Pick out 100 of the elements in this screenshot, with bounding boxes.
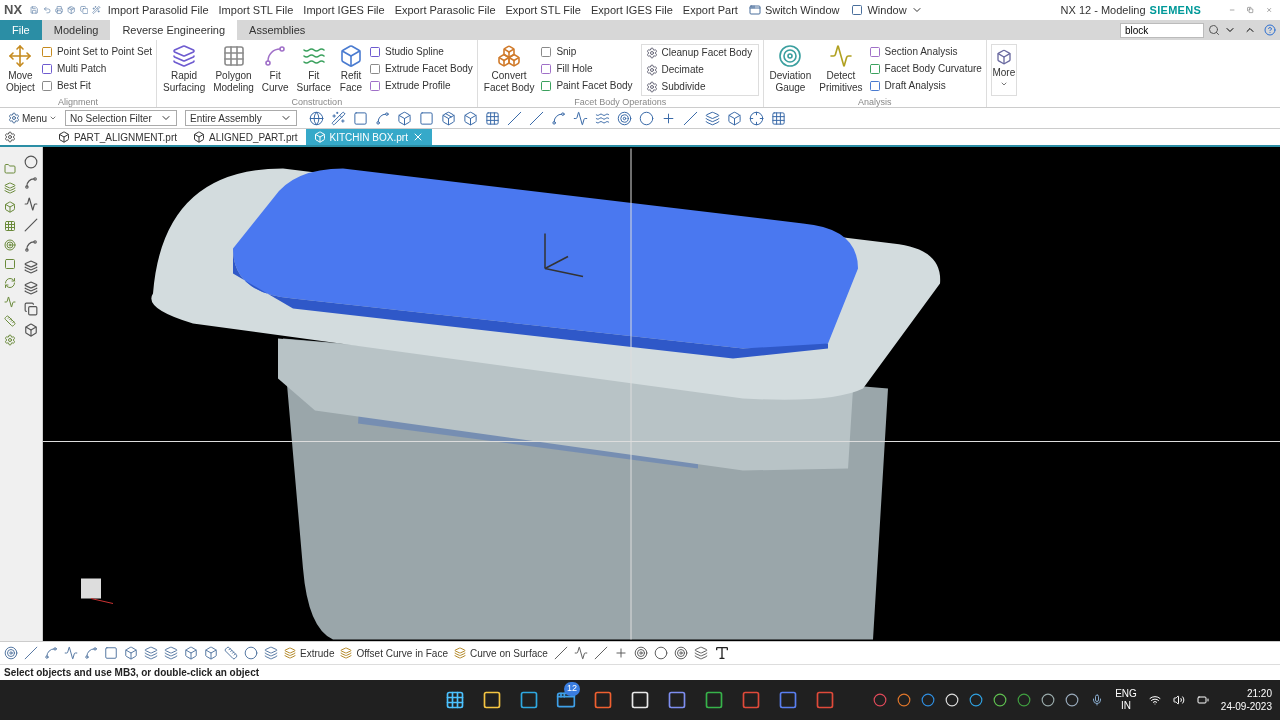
navigator-icon[interactable] <box>4 334 16 346</box>
document-tab[interactable]: PART_ALIGNMENT.prt <box>50 129 185 145</box>
target-icon[interactable] <box>4 646 18 660</box>
ribbon-small-button[interactable]: Section Analysis <box>868 44 982 59</box>
line-icon[interactable] <box>593 646 608 660</box>
quick-access-button[interactable]: Import STL File <box>215 1 297 19</box>
ribbon-small-button[interactable]: Point Set to Point Set <box>40 44 152 59</box>
ribbon-button[interactable]: Polygon Modeling <box>211 44 256 96</box>
ribbon-tab[interactable]: Modeling <box>41 20 111 40</box>
command-search-field[interactable]: block <box>1120 22 1204 38</box>
tray-icon[interactable] <box>897 693 912 707</box>
square-icon[interactable] <box>419 110 434 126</box>
navigator-icon[interactable] <box>4 315 16 327</box>
app-icon[interactable] <box>556 690 576 710</box>
target-icon[interactable] <box>633 646 648 660</box>
box-icon[interactable] <box>727 110 742 126</box>
volume-icon[interactable] <box>1172 694 1185 706</box>
curve-tool-icon[interactable] <box>24 302 38 316</box>
line-icon[interactable] <box>683 110 698 126</box>
layers-icon[interactable] <box>705 110 720 126</box>
circle-icon[interactable] <box>639 110 654 126</box>
curve-icon[interactable] <box>44 646 58 660</box>
command-button[interactable]: Offset Curve in Face <box>340 645 448 661</box>
quick-access-button[interactable]: Export STL File <box>502 1 584 19</box>
wifi-icon[interactable] <box>1148 694 1161 706</box>
menu-button[interactable]: Menu <box>4 110 61 126</box>
app-icon[interactable] <box>667 690 687 710</box>
circle-icon[interactable] <box>244 646 258 660</box>
crosshair-icon[interactable] <box>749 110 764 126</box>
layers-icon[interactable] <box>264 646 278 660</box>
navigator-icon[interactable] <box>4 296 16 308</box>
ribbon-button[interactable]: Refit Face <box>336 44 365 96</box>
layers-icon[interactable] <box>164 646 178 660</box>
selection-filter-dropdown[interactable]: No Selection Filter <box>65 110 177 126</box>
box-icon[interactable] <box>204 646 218 660</box>
ribbon-small-button[interactable]: Best Fit <box>40 78 152 93</box>
tray-icon[interactable] <box>1065 693 1080 707</box>
layers-icon[interactable] <box>144 646 158 660</box>
navigator-icon[interactable] <box>4 182 16 194</box>
box-icon[interactable] <box>124 646 138 660</box>
microphone-icon[interactable] <box>1091 694 1104 706</box>
document-tab[interactable]: ALIGNED_PART.prt <box>185 129 306 145</box>
ribbon-button[interactable]: Rapid Surfacing <box>160 44 208 96</box>
line-icon[interactable] <box>507 110 522 126</box>
navigator-icon[interactable] <box>4 277 16 289</box>
tray-icon[interactable] <box>993 693 1008 707</box>
curve-icon[interactable] <box>551 110 566 126</box>
package-icon[interactable] <box>441 110 456 126</box>
box-icon[interactable] <box>184 646 198 660</box>
command-button[interactable]: Extrude <box>284 645 335 661</box>
more-button[interactable]: More <box>990 44 1017 96</box>
line-icon[interactable] <box>529 110 544 126</box>
curve-tool-icon[interactable] <box>24 281 38 295</box>
ribbon-small-button[interactable]: Facet Body Curvature <box>868 61 982 76</box>
settings-icon[interactable] <box>4 131 16 143</box>
target-icon[interactable] <box>617 110 632 126</box>
tray-icon[interactable] <box>969 693 984 707</box>
help-icon[interactable] <box>1264 24 1276 36</box>
ribbon-button[interactable]: Fit Surface <box>294 44 333 96</box>
app-icon[interactable] <box>482 690 502 710</box>
battery-icon[interactable] <box>1196 694 1209 706</box>
ribbon-small-button[interactable]: Paint Facet Body <box>540 78 633 93</box>
curve-tool-icon[interactable] <box>24 239 38 253</box>
ribbon-small-button[interactable]: Snip <box>540 44 633 59</box>
app-icon[interactable] <box>519 690 539 710</box>
grid-icon[interactable] <box>485 110 500 126</box>
ribbon-tab[interactable]: File <box>0 20 42 40</box>
globe-icon[interactable] <box>309 110 324 126</box>
gallery-item[interactable]: Decimate <box>645 62 754 77</box>
search-icon[interactable] <box>1208 24 1220 36</box>
curve-icon[interactable] <box>84 646 98 660</box>
quick-access-button[interactable]: Export Part <box>679 1 741 19</box>
ribbon-button[interactable]: Convert Facet Body <box>481 44 537 96</box>
ribbon-small-button[interactable]: Studio Spline <box>368 44 473 59</box>
navigator-icon[interactable] <box>4 163 16 175</box>
target-icon[interactable] <box>673 646 688 660</box>
quick-access-button[interactable]: Import IGES File <box>300 1 388 19</box>
command-button[interactable]: Curve on Surface <box>454 645 548 661</box>
language-indicator[interactable]: ENG IN <box>1115 688 1137 712</box>
curve-tool-icon[interactable] <box>24 260 38 274</box>
box-icon[interactable] <box>463 110 478 126</box>
grid-icon[interactable] <box>771 110 786 126</box>
scope-dropdown[interactable]: Entire Assembly <box>185 110 297 126</box>
line-icon[interactable] <box>553 646 568 660</box>
quick-access-button[interactable]: Import Parasolid File <box>104 1 212 19</box>
wand-icon[interactable] <box>331 110 346 126</box>
circle-icon[interactable] <box>653 646 668 660</box>
ribbon-tab[interactable]: Reverse Engineering <box>110 20 238 40</box>
ribbon-button[interactable]: Move Object <box>4 44 37 96</box>
tray-icon[interactable] <box>1041 693 1056 707</box>
box-icon[interactable] <box>397 110 412 126</box>
ribbon-small-button[interactable]: Draft Analysis <box>868 78 982 93</box>
curve-tool-icon[interactable] <box>24 155 38 169</box>
ruler-icon[interactable] <box>224 646 238 660</box>
ribbon-button[interactable]: Detect Primitives <box>817 44 865 96</box>
text-icon[interactable] <box>713 645 730 661</box>
plus-icon[interactable] <box>661 110 676 126</box>
switch-window-button[interactable]: Switch Window <box>744 1 844 19</box>
square-icon[interactable] <box>353 110 368 126</box>
gallery-item[interactable]: Subdivide <box>645 79 754 94</box>
